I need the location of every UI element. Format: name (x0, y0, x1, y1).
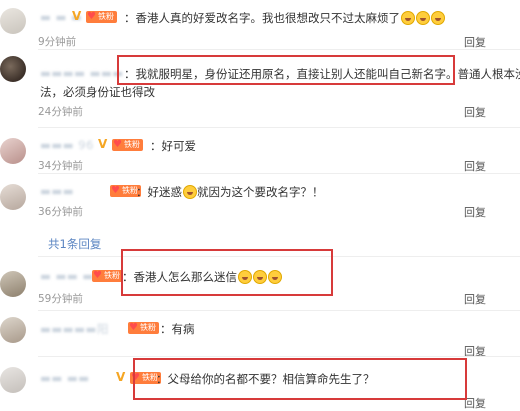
username[interactable]: ▬▬▬ 96 (40, 138, 94, 152)
comment-time: 9分钟前 (38, 36, 77, 48)
comment-time: 59分钟前 (38, 293, 83, 305)
reply-button[interactable]: 回复 (464, 291, 486, 307)
view-replies-link[interactable]: 共1条回复 (48, 236, 101, 252)
avatar[interactable] (0, 367, 26, 393)
avatar[interactable] (0, 138, 26, 164)
confused-emoji-icon (183, 185, 197, 199)
highlight-box (117, 55, 455, 85)
reply-button[interactable]: 回复 (464, 395, 486, 411)
laughing-emoji-icon (431, 11, 445, 25)
comment-text-continued: 法，必须身份证也得改 (40, 85, 155, 99)
comment-time: 36分钟前 (38, 206, 83, 218)
vip-v-icon: V (72, 9, 82, 23)
username[interactable]: ▬▬▬ (40, 184, 74, 198)
avatar[interactable] (0, 184, 26, 210)
reply-button[interactable]: 回复 (464, 158, 486, 174)
vip-v-icon: V (116, 370, 126, 384)
reply-button[interactable]: 回复 (464, 204, 486, 220)
reply-button[interactable]: 回复 (464, 34, 486, 50)
heart-icon: ♥ (113, 139, 122, 150)
avatar[interactable] (0, 271, 26, 297)
comment-3: ▬▬▬ 96 V ♥ 铁粉 ：好可爱 34分钟前 回复 (0, 128, 520, 174)
avatar[interactable] (0, 56, 26, 82)
reply-button[interactable]: 回复 (464, 104, 486, 120)
username[interactable]: ▬▬ ▬▬ (40, 371, 90, 385)
comment-time: 24分钟前 (38, 106, 83, 118)
comment-time: 34分钟前 (38, 160, 83, 172)
fan-badge: ♥ 铁粉 (112, 139, 143, 151)
username[interactable]: ▬▬▬▬▬阳 (40, 321, 109, 337)
comment-1: ▬ ▬ ▬ V ♥ 铁粉 ：香港人真的好爱改名字。我也很想改只不过太麻烦了 9分钟… (0, 0, 520, 50)
username[interactable]: ▬▬▬▬ ▬▬▬ (40, 66, 124, 80)
comment-6: ▬▬▬▬▬阳 ♥ 铁粉 ：有病 回复 (0, 311, 520, 359)
username[interactable]: ▬ ▬▬ ▬ (40, 269, 94, 283)
fan-badge: ♥ 铁粉 (128, 322, 159, 334)
highlight-box (133, 358, 467, 400)
heart-icon: ♥ (93, 270, 102, 281)
vip-v-icon: V (98, 137, 108, 151)
laughing-emoji-icon (401, 11, 415, 25)
comment-text: ：好迷惑 就因为这个要改名字？！ (136, 185, 324, 199)
comment-4: ▬▬▬ ♥ 铁粉 ：好迷惑 就因为这个要改名字？！ 36分钟前 回复 (0, 174, 520, 220)
heart-icon: ♥ (129, 322, 138, 333)
comment-text: ：好可爱 (150, 139, 196, 153)
comment-text: ：香港人真的好爱改名字。我也很想改只不过太麻烦了 (124, 10, 445, 26)
fan-badge: ♥ 铁粉 (86, 11, 117, 23)
heart-icon: ♥ (87, 11, 96, 22)
laughing-emoji-icon (416, 11, 430, 25)
avatar[interactable] (0, 317, 26, 343)
avatar[interactable] (0, 8, 26, 34)
fan-badge: ♥ 铁粉 (92, 270, 123, 282)
highlight-box (121, 249, 333, 296)
comment-text: ：有病 (160, 322, 195, 336)
heart-icon: ♥ (111, 185, 120, 196)
